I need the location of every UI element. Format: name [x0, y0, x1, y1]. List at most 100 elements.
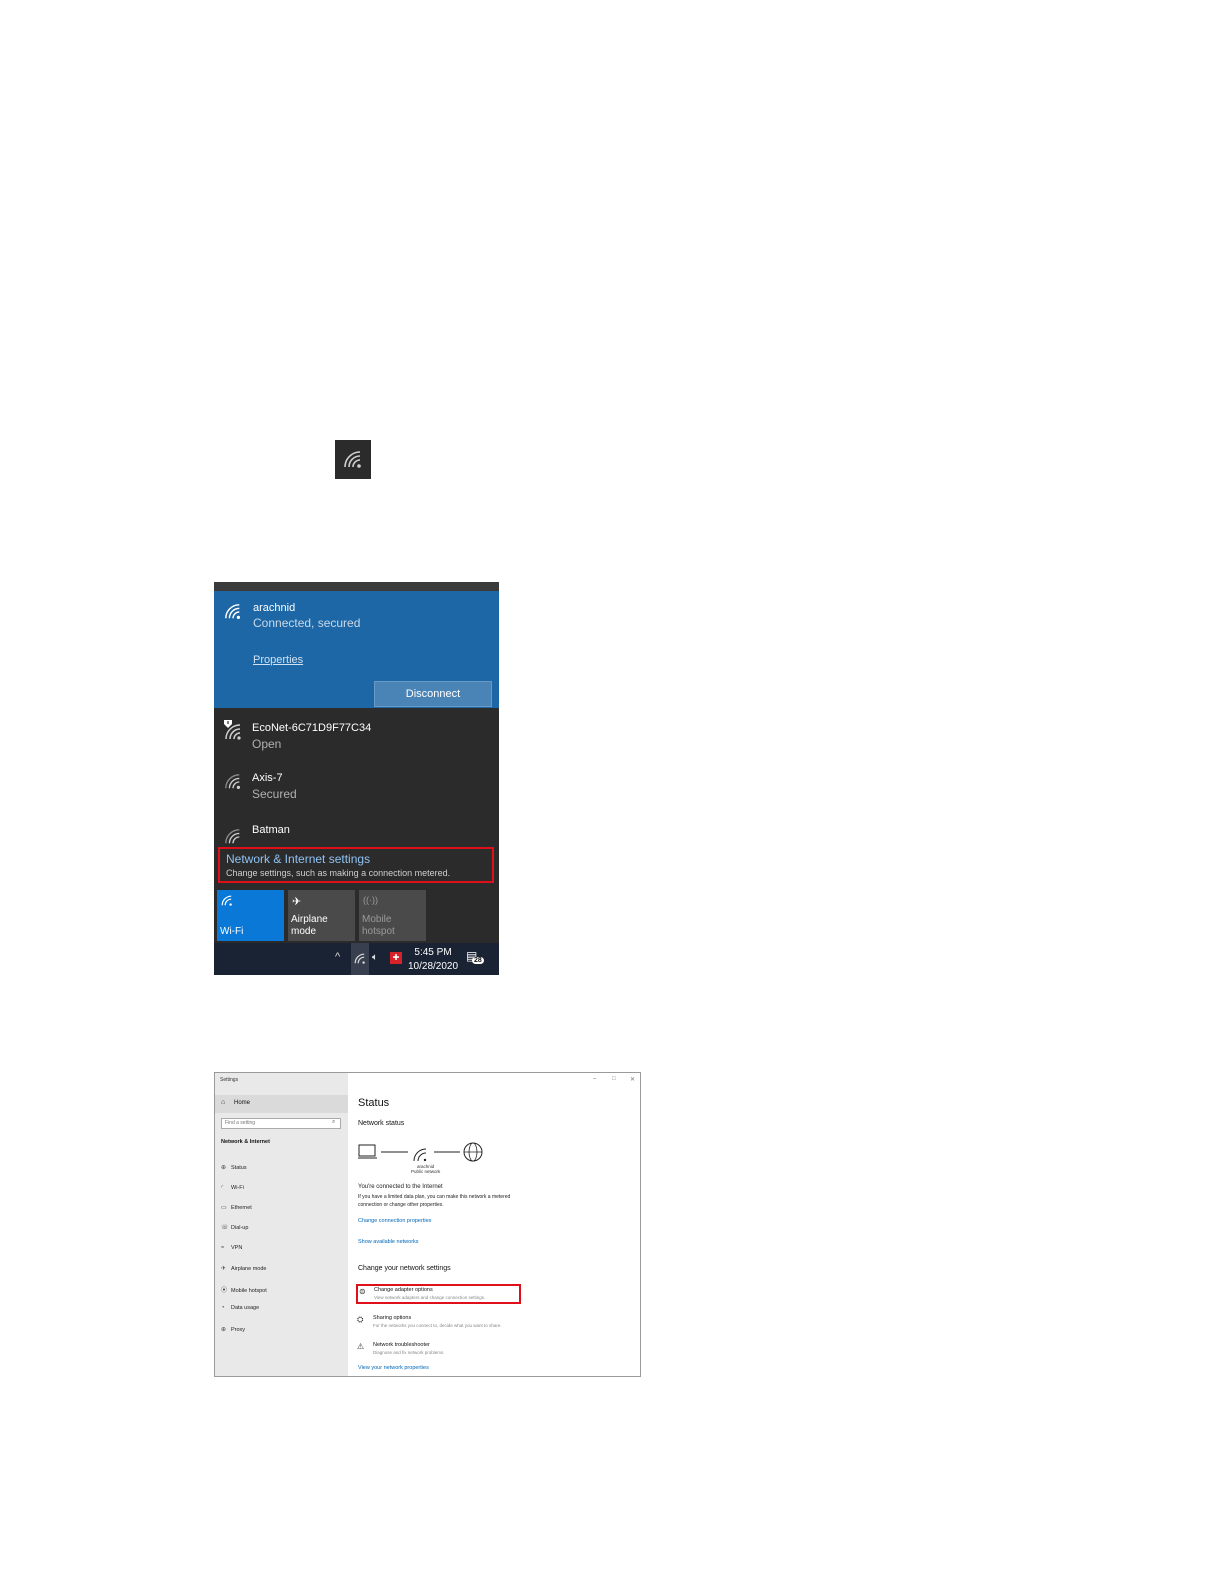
nav-item-mobile-hotspot[interactable]: ⦿ Mobile hotspot [221, 1285, 267, 1294]
network-item-econet[interactable]: EcoNet-6C71D9F77C34 Open [214, 713, 499, 763]
sharing-options[interactable]: ⛭ Sharing options For the networks you c… [356, 1313, 521, 1333]
wifi-icon [221, 895, 232, 906]
warning-icon: ⚠ [357, 1342, 365, 1351]
wifi-icon [225, 774, 241, 790]
nav-item-wifi[interactable]: ◜ Wi-Fi [221, 1184, 244, 1191]
change-settings-heading: Change your network settings [358, 1265, 451, 1272]
properties-link[interactable]: Properties [253, 654, 303, 666]
option-title: Network troubleshooter [373, 1342, 430, 1348]
nav-label: Airplane mode [231, 1266, 267, 1272]
tray-wifi-button[interactable] [335, 440, 371, 479]
home-button[interactable]: ⌂ Home [215, 1095, 348, 1113]
connected-text: You're connected to the Internet [358, 1184, 443, 1190]
wifi-icon [225, 829, 240, 844]
show-available-networks-link[interactable]: Show available networks [358, 1239, 419, 1245]
network-status: Secured [252, 787, 297, 801]
maximize-icon[interactable]: □ [612, 1076, 616, 1082]
network-flyout: arachnid Connected, secured Properties D… [214, 582, 499, 975]
network-name: EcoNet-6C71D9F77C34 [252, 722, 372, 734]
close-icon[interactable]: ✕ [630, 1076, 635, 1083]
network-troubleshooter[interactable]: ⚠ Network troubleshooter Diagnose and fi… [356, 1340, 521, 1360]
nav-label: Status [231, 1165, 247, 1171]
network-item-axis7[interactable]: Axis-7 Secured [214, 765, 499, 815]
ethernet-icon: ▭ [221, 1205, 227, 1211]
network-diagram [358, 1142, 483, 1162]
chevron-up-icon[interactable]: ^ [335, 951, 340, 963]
nav-label: Proxy [231, 1327, 246, 1333]
tile-label: Airplane mode [291, 914, 328, 937]
option-subtitle: Diagnose and fix network problems. [373, 1350, 445, 1355]
nav-label: Data usage [231, 1305, 260, 1311]
view-network-properties-link[interactable]: View your network properties [358, 1365, 429, 1371]
settings-main: – □ ✕ Status Network status arachnid Pub… [348, 1073, 640, 1376]
wifi-tile[interactable]: Wi-Fi [217, 890, 284, 941]
airplane-mode-tile[interactable]: ✈ Airplane mode [288, 890, 355, 941]
action-center-button[interactable]: ▤ 28 [466, 949, 486, 969]
network-status-heading: Network status [358, 1120, 405, 1127]
wifi-icon [344, 450, 361, 468]
nav-item-proxy[interactable]: ⊕ Proxy [221, 1326, 245, 1333]
notification-count: 28 [472, 957, 484, 964]
proxy-icon: ⊕ [221, 1327, 227, 1333]
search-input[interactable]: Find a setting [221, 1118, 341, 1129]
tile-label: Wi-Fi [220, 926, 244, 937]
option-title: Change adapter options [374, 1287, 433, 1293]
disconnect-button[interactable]: Disconnect [374, 681, 492, 707]
wifi-warning-icon [224, 720, 241, 740]
option-subtitle: View network adapters and change connect… [374, 1295, 486, 1300]
taskbar-wifi-button[interactable] [351, 943, 369, 975]
nav-item-ethernet[interactable]: ▭ Ethernet [221, 1204, 252, 1211]
nav-label: Ethernet [231, 1205, 252, 1211]
nav-item-status[interactable]: ⊕ Status [221, 1164, 247, 1171]
security-app-icon[interactable]: ✚ [390, 952, 402, 964]
hotspot-icon: ((·)) [363, 895, 378, 905]
search-icon: ⌕ [332, 1119, 336, 1125]
home-label: Home [234, 1100, 251, 1106]
taskbar: ^ 🔈︎ ✚ 5:45 PM 10/28/2020 ▤ 28 [214, 943, 499, 975]
sharing-icon: ⛭ [357, 1315, 364, 1324]
mobile-hotspot-tile[interactable]: ((·)) Mobile hotspot [359, 890, 426, 941]
wifi-icon [225, 604, 241, 620]
dialup-icon: ☏ [221, 1225, 229, 1231]
minimize-icon[interactable]: – [593, 1076, 596, 1082]
connected-network-name: arachnid [253, 602, 296, 614]
vpn-icon: ≈ [221, 1245, 225, 1251]
hotspot-icon: ⦿ [221, 1288, 228, 1294]
network-name: Axis-7 [252, 772, 283, 784]
status-icon: ⊕ [221, 1165, 227, 1171]
page-title: Status [358, 1097, 390, 1109]
flyout-top-bar [214, 582, 499, 591]
nav-label: VPN [231, 1245, 243, 1251]
clock-date: 10/28/2020 [408, 961, 459, 972]
section-heading: Network & Internet [221, 1139, 270, 1145]
home-icon: ⌂ [221, 1099, 226, 1106]
nav-item-airplane-mode[interactable]: ✈ Airplane mode [221, 1265, 266, 1272]
nav-item-data-usage[interactable]: ◔ Data usage [221, 1305, 259, 1311]
change-connection-properties-link[interactable]: Change connection properties [358, 1218, 431, 1224]
speaker-icon[interactable]: 🔈︎ [372, 952, 378, 963]
change-adapter-options[interactable]: ⊜ Change adapter options View network ad… [356, 1284, 521, 1304]
wifi-icon: ◜ [221, 1185, 224, 1191]
nav-item-dialup[interactable]: ☏ Dial-up [221, 1224, 248, 1231]
nav-label: Dial-up [231, 1225, 249, 1231]
tile-label: Mobile hotspot [362, 914, 395, 937]
taskbar-clock[interactable]: 5:45 PM 10/28/2020 [408, 946, 458, 974]
clock-time: 5:45 PM [414, 947, 452, 958]
airplane-icon: ✈ [292, 896, 302, 908]
network-item-batman[interactable]: Batman [214, 818, 499, 846]
option-title: Sharing options [373, 1315, 412, 1321]
nav-label: Mobile hotspot [231, 1288, 267, 1294]
airplane-icon: ✈ [221, 1266, 227, 1272]
adapter-icon: ⊜ [359, 1287, 366, 1296]
settings-sidebar: Settings ⌂ Home Find a setting ⌕ Network… [215, 1073, 348, 1376]
network-status: Open [252, 737, 282, 751]
connected-network[interactable]: arachnid Connected, secured Properties D… [214, 591, 499, 708]
window-title: Settings [220, 1077, 239, 1083]
network-internet-settings-link[interactable]: Network & Internet settings Change setti… [218, 847, 494, 883]
network-settings-title: Network & Internet settings [226, 852, 371, 866]
nav-item-vpn[interactable]: ≈ VPN [221, 1245, 242, 1251]
data-usage-icon: ◔ [221, 1305, 225, 1311]
wifi-icon [354, 953, 365, 964]
connected-network-status: Connected, secured [253, 616, 361, 630]
option-subtitle: For the networks you connect to, decide … [373, 1323, 502, 1328]
